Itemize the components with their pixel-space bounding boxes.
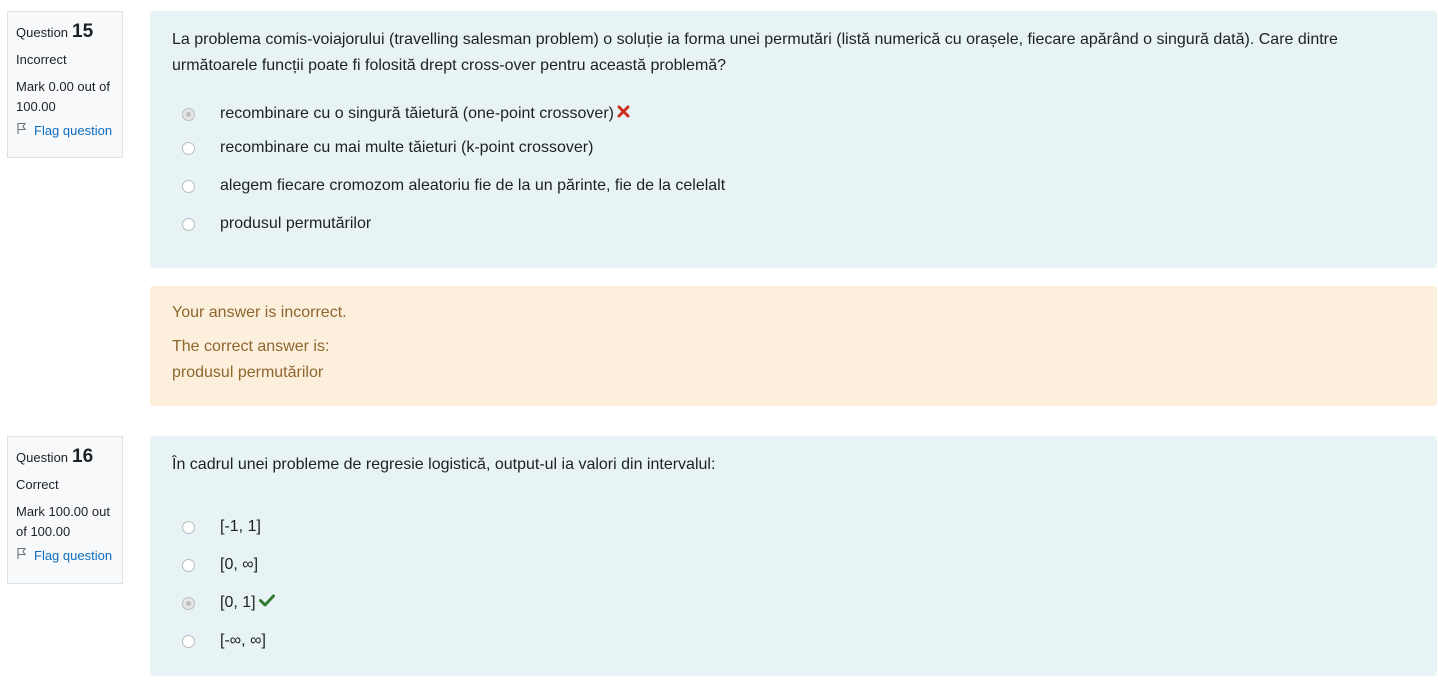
answer-label: alegem fiecare cromozom aleatoriu fie de…	[220, 177, 726, 194]
answer-label: recombinare cu mai multe tăieturi (k-poi…	[220, 139, 594, 156]
answer-option[interactable]: [-1, 1]	[172, 508, 1415, 546]
answer-feedback-15: Your answer is incorrect. The correct an…	[150, 286, 1437, 406]
answer-option[interactable]: alegem fiecare cromozom aleatoriu fie de…	[172, 167, 1415, 205]
question-grade: Mark 0.00 out of 100.00	[16, 79, 110, 114]
answer-radio[interactable]	[182, 107, 195, 121]
question-grade: Mark 100.00 out of 100.00	[16, 504, 110, 539]
flag-question-label: Flag question	[34, 547, 113, 563]
question-text: La problema comis-voiajorului (travellin…	[172, 31, 1338, 74]
flag-icon	[16, 547, 28, 563]
answer-radio[interactable]	[182, 558, 195, 572]
answer-label: [-1, 1]	[220, 518, 261, 535]
answer-radio[interactable]	[182, 520, 195, 534]
question-text: În cadrul unei probleme de regresie logi…	[172, 456, 716, 473]
question-label: Question	[16, 25, 69, 40]
answer-label: [0, 1]	[220, 594, 256, 611]
question-state: Correct	[16, 477, 59, 492]
cross-icon	[617, 101, 630, 127]
flag-question-link[interactable]: Flag question	[16, 122, 114, 138]
check-icon	[258, 590, 275, 616]
question-number-value: 15	[72, 21, 94, 42]
answer-radio[interactable]	[182, 179, 195, 193]
answer-option[interactable]: [-∞, ∞]	[172, 622, 1415, 660]
question-info-15: Question 15 Incorrect Mark 0.00 out of 1…	[7, 11, 123, 158]
question-state: Incorrect	[16, 52, 67, 67]
answer-label: recombinare cu o singură tăietură (one-p…	[220, 105, 614, 122]
answer-radio[interactable]	[182, 596, 195, 610]
flag-icon	[16, 122, 28, 138]
question-number-value: 16	[72, 446, 94, 467]
question-number: Question 16	[16, 446, 114, 468]
correct-answer-value: produsul permutărilor	[172, 364, 324, 381]
question-formulation-16: În cadrul unei probleme de regresie logi…	[150, 436, 1437, 676]
answer-radio[interactable]	[182, 634, 195, 648]
answer-list: recombinare cu o singură tăietură (one-p…	[172, 99, 1415, 243]
flag-question-label: Flag question	[34, 122, 113, 138]
flag-question-link[interactable]: Flag question	[16, 547, 114, 563]
question-number: Question 15	[16, 21, 114, 43]
answer-option[interactable]: recombinare cu o singură tăietură (one-p…	[172, 99, 1415, 129]
answer-label: produsul permutărilor	[220, 215, 372, 232]
answer-option[interactable]: recombinare cu mai multe tăieturi (k-poi…	[172, 129, 1415, 167]
answer-radio[interactable]	[182, 141, 195, 155]
feedback-message: Your answer is incorrect.	[172, 304, 347, 321]
answer-option[interactable]: produsul permutărilor	[172, 205, 1415, 243]
question-formulation-15: La problema comis-voiajorului (travellin…	[150, 11, 1437, 268]
answer-label: [0, ∞]	[220, 556, 259, 573]
answer-radio[interactable]	[182, 217, 195, 231]
answer-list: [-1, 1] [0, ∞] [0, 1] [-∞, ∞]	[172, 508, 1415, 660]
answer-label: [-∞, ∞]	[220, 632, 266, 649]
answer-option[interactable]: [0, ∞]	[172, 546, 1415, 584]
question-label: Question	[16, 450, 69, 465]
correct-answer-label: The correct answer is:	[172, 338, 330, 355]
question-info-16: Question 16 Correct Mark 100.00 out of 1…	[7, 436, 123, 584]
answer-option[interactable]: [0, 1]	[172, 584, 1415, 622]
